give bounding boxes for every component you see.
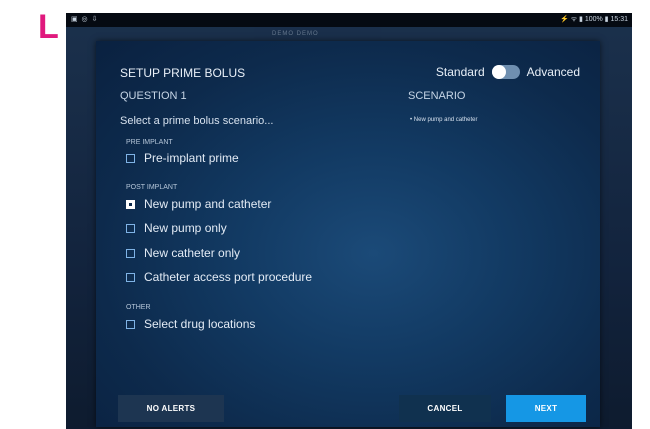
checkbox[interactable]	[126, 248, 135, 258]
checkbox[interactable]	[126, 223, 135, 233]
option-new-catheter-only[interactable]: New catheter only	[126, 246, 240, 260]
status-notification-icons: ▣ ◎ ⇩	[71, 16, 99, 23]
no-alerts-button[interactable]: NO ALERTS	[118, 395, 224, 422]
option-label: Select drug locations	[144, 317, 256, 331]
status-bar: ▣ ◎ ⇩ ⚡ ᯤ ▮ 100% ▮ 15:31	[66, 13, 632, 27]
figure-panel-letter: L	[38, 8, 59, 46]
mode-switch[interactable]	[491, 65, 520, 79]
mode-toggle[interactable]: Standard Advanced	[436, 65, 580, 79]
checkbox-checked[interactable]	[126, 199, 135, 209]
mode-toggle-standard-label: Standard	[435, 65, 485, 79]
option-pre-implant-prime[interactable]: Pre-implant prime	[126, 151, 239, 165]
tablet-screen: ▣ ◎ ⇩ ⚡ ᯤ ▮ 100% ▮ 15:31 DEMO DEMO SETUP…	[66, 13, 632, 429]
checkbox[interactable]	[126, 153, 135, 163]
option-label: Pre-implant prime	[144, 151, 239, 165]
next-button[interactable]: NEXT	[506, 395, 586, 422]
scenario-summary-item: • New pump and catheter	[410, 117, 478, 123]
section-other: OTHER	[126, 304, 151, 311]
checkbox[interactable]	[126, 319, 135, 329]
setup-prime-bolus-dialog: SETUP PRIME BOLUS Standard Advanced QUES…	[96, 41, 600, 427]
switch-knob	[491, 65, 506, 79]
option-label: New pump only	[144, 221, 227, 235]
cancel-button[interactable]: CANCEL	[399, 395, 491, 422]
background-ghost-text: DEMO DEMO	[272, 31, 319, 37]
section-post-implant: POST IMPLANT	[126, 184, 178, 191]
option-label: Catheter access port procedure	[144, 270, 313, 284]
question-label: QUESTION 1	[120, 90, 187, 102]
mode-toggle-advanced-label: Advanced	[526, 65, 580, 79]
section-pre-implant: PRE IMPLANT	[126, 139, 173, 146]
option-catheter-access-port[interactable]: Catheter access port procedure	[126, 270, 312, 284]
dialog-title: SETUP PRIME BOLUS	[120, 66, 246, 80]
option-new-pump-only[interactable]: New pump only	[126, 221, 227, 235]
scenario-prompt: Select a prime bolus scenario...	[120, 115, 274, 127]
option-new-pump-and-catheter[interactable]: New pump and catheter	[126, 197, 271, 211]
status-system-indicators: ⚡ ᯤ ▮ 100% ▮ 15:31	[560, 16, 628, 23]
scenario-heading: SCENARIO	[408, 90, 466, 102]
option-label: New catheter only	[144, 246, 241, 260]
option-label: New pump and catheter	[144, 197, 272, 211]
option-select-drug-locations[interactable]: Select drug locations	[126, 317, 255, 331]
checkbox[interactable]	[126, 272, 135, 282]
